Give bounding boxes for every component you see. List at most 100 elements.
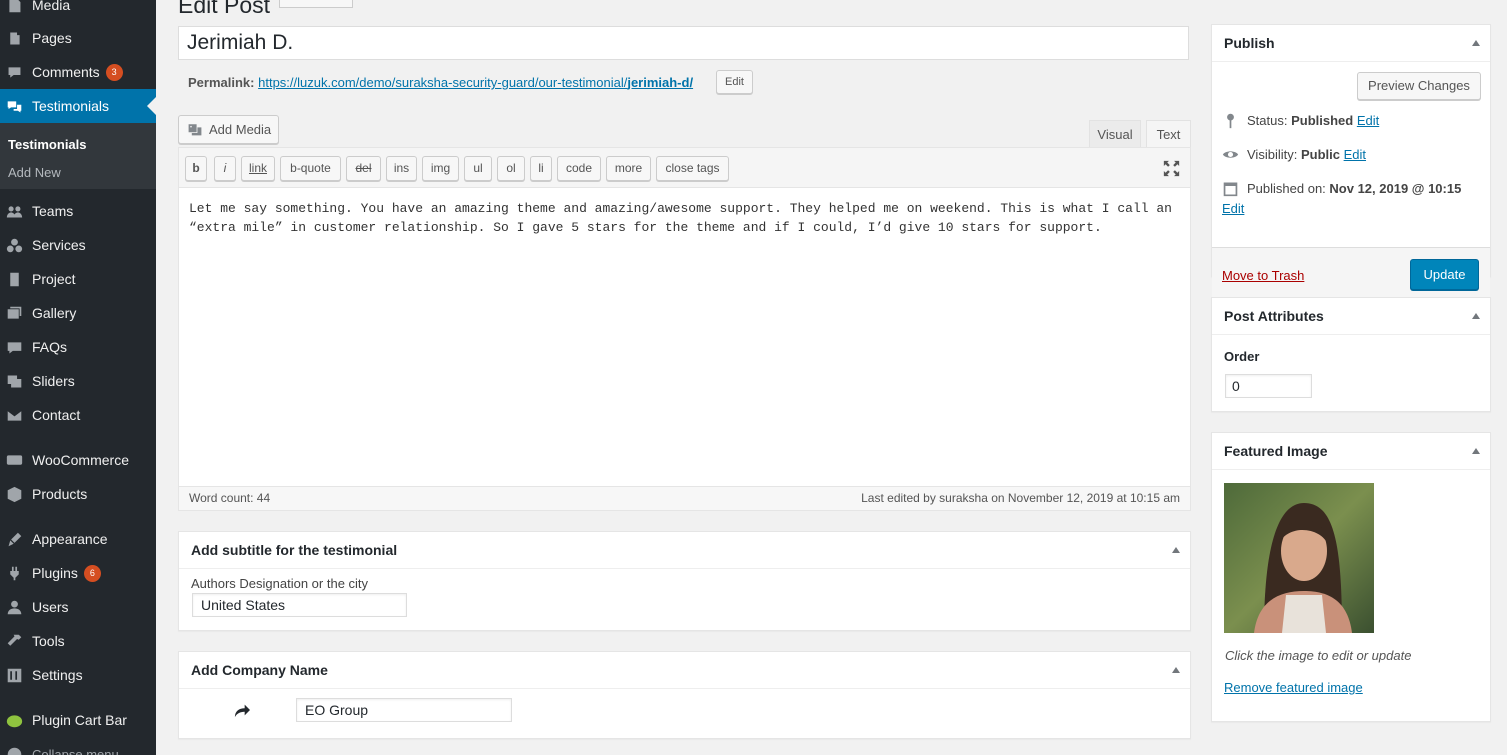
- last-edited-info: Last edited by suraksha on November 12, …: [861, 491, 1180, 505]
- sliders-icon: [5, 372, 23, 390]
- subtitle-metabox-header[interactable]: Add subtitle for the testimonial: [179, 532, 1190, 569]
- metabox-title: Post Attributes: [1224, 308, 1324, 324]
- permalink-edit-button[interactable]: Edit: [716, 70, 753, 94]
- post-attributes-header[interactable]: Post Attributes: [1212, 298, 1490, 335]
- qt-ol-button[interactable]: ol: [497, 156, 525, 181]
- visibility-value: Public: [1300, 147, 1340, 162]
- page-heading: Edit Post: [178, 0, 271, 18]
- qt-bquote-button[interactable]: b-quote: [280, 156, 341, 181]
- menu-item-collapse[interactable]: Collapse menu: [0, 737, 156, 755]
- permalink-slug: jerimiah-d/: [627, 75, 694, 90]
- permalink-label: Permalink:: [188, 75, 255, 90]
- menu-item-gallery[interactable]: Gallery: [0, 296, 156, 330]
- teams-icon: [5, 202, 23, 220]
- menu-item-plugin-cart-bar[interactable]: Plugin Cart Bar: [0, 703, 156, 737]
- permalink-link[interactable]: https://luzuk.com/demo/suraksha-security…: [258, 75, 693, 90]
- qt-del-button[interactable]: del: [346, 156, 381, 181]
- add-new-button[interactable]: [279, 0, 353, 8]
- menu-item-comments[interactable]: Comments 3: [0, 55, 156, 89]
- comments-count-badge: 3: [105, 63, 123, 81]
- menu-item-sliders[interactable]: Sliders: [0, 364, 156, 398]
- menu-label: Collapse menu: [32, 746, 119, 755]
- menu-item-appearance[interactable]: Appearance: [0, 522, 156, 556]
- woocommerce-icon: [5, 451, 23, 469]
- menu-item-plugins[interactable]: Plugins 6: [0, 556, 156, 590]
- menu-item-tools[interactable]: Tools: [0, 624, 156, 658]
- published-on-row: Published on: Nov 12, 2019 @ 10:15: [1222, 180, 1461, 197]
- toggle-arrow-icon[interactable]: [1172, 547, 1180, 553]
- menu-item-project[interactable]: Project: [0, 262, 156, 296]
- menu-item-media[interactable]: Media: [0, 0, 156, 22]
- menu-label: Project: [32, 271, 76, 287]
- menu-item-teams[interactable]: Teams: [0, 194, 156, 228]
- redo-arrow-icon: [234, 704, 250, 718]
- update-button[interactable]: Update: [1410, 259, 1479, 290]
- company-metabox-header[interactable]: Add Company Name: [179, 652, 1190, 689]
- qt-ul-button[interactable]: ul: [464, 156, 492, 181]
- company-name-input[interactable]: EO Group: [296, 698, 512, 722]
- published-on-edit-link[interactable]: Edit: [1222, 201, 1244, 216]
- move-to-trash-link[interactable]: Move to Trash: [1222, 268, 1304, 283]
- gallery-icon: [5, 304, 23, 322]
- toggle-arrow-icon[interactable]: [1472, 40, 1480, 46]
- project-icon: [5, 270, 23, 288]
- permalink: Permalink: https://luzuk.com/demo/suraks…: [188, 75, 693, 90]
- qt-close-tags-button[interactable]: close tags: [656, 156, 729, 181]
- tab-text[interactable]: Text: [1146, 120, 1191, 147]
- submenu-item-add-new[interactable]: Add New: [8, 165, 61, 180]
- subtitle-metabox: Add subtitle for the testimonial Authors…: [178, 531, 1191, 631]
- submenu-item-testimonials[interactable]: Testimonials: [8, 137, 87, 152]
- post-attributes-metabox: Post Attributes Order 0: [1211, 297, 1491, 412]
- testimonials-submenu: Testimonials Add New: [0, 123, 156, 189]
- menu-label: Gallery: [32, 305, 77, 321]
- fullscreen-icon[interactable]: [1163, 160, 1180, 177]
- menu-item-users[interactable]: Users: [0, 590, 156, 624]
- menu-item-testimonials[interactable]: Testimonials: [0, 89, 156, 123]
- status-edit-link[interactable]: Edit: [1357, 113, 1379, 128]
- qt-ins-button[interactable]: ins: [386, 156, 417, 181]
- visibility-label: Visibility:: [1247, 147, 1298, 162]
- admin-sidebar: Media Pages Comments 3 Testimonials Test…: [0, 0, 156, 755]
- qt-italic-button[interactable]: i: [214, 156, 236, 181]
- preview-changes-button[interactable]: Preview Changes: [1357, 72, 1481, 100]
- menu-label: Teams: [32, 203, 74, 219]
- qt-bold-button[interactable]: b: [185, 156, 207, 181]
- featured-image-thumbnail[interactable]: [1224, 483, 1374, 633]
- qt-img-button[interactable]: img: [422, 156, 459, 181]
- menu-item-settings[interactable]: Settings: [0, 658, 156, 692]
- visibility-edit-link[interactable]: Edit: [1344, 147, 1366, 162]
- menu-item-contact[interactable]: Contact: [0, 398, 156, 432]
- order-input[interactable]: 0: [1225, 374, 1312, 398]
- designation-input[interactable]: United States: [192, 593, 407, 617]
- qt-more-button[interactable]: more: [606, 156, 651, 181]
- qt-li-button[interactable]: li: [530, 156, 552, 181]
- menu-item-faqs[interactable]: FAQs: [0, 330, 156, 364]
- toggle-arrow-icon[interactable]: [1472, 313, 1480, 319]
- toggle-arrow-icon[interactable]: [1472, 448, 1480, 454]
- calendar-icon: [1223, 182, 1238, 197]
- editor-content[interactable]: Let me say something. You have an amazin…: [189, 199, 1184, 237]
- menu-item-woocommerce[interactable]: WooCommerce: [0, 443, 156, 477]
- plugins-icon: [5, 564, 23, 582]
- remove-featured-image-link[interactable]: Remove featured image: [1224, 680, 1363, 695]
- contact-icon: [5, 406, 23, 424]
- menu-label: Services: [32, 237, 86, 253]
- add-media-button[interactable]: Add Media: [178, 115, 279, 144]
- post-title-input[interactable]: Jerimiah D.: [178, 26, 1189, 60]
- featured-image-caption: Click the image to edit or update: [1225, 648, 1412, 663]
- featured-image-header[interactable]: Featured Image: [1212, 433, 1490, 470]
- qt-link-button[interactable]: link: [241, 156, 275, 181]
- tab-visual[interactable]: Visual: [1089, 120, 1141, 147]
- menu-label: Testimonials: [32, 98, 110, 114]
- menu-item-services[interactable]: Services: [0, 228, 156, 262]
- editor-status-bar: Word count: 44 Last edited by suraksha o…: [179, 486, 1190, 510]
- menu-item-pages[interactable]: Pages: [0, 21, 156, 55]
- settings-icon: [5, 666, 23, 684]
- menu-item-products[interactable]: Products: [0, 477, 156, 511]
- menu-label: Users: [32, 599, 69, 615]
- publish-metabox-header[interactable]: Publish: [1212, 25, 1490, 62]
- qt-code-button[interactable]: code: [557, 156, 601, 181]
- toggle-arrow-icon[interactable]: [1172, 667, 1180, 673]
- menu-label: Appearance: [32, 531, 108, 547]
- products-icon: [5, 485, 23, 503]
